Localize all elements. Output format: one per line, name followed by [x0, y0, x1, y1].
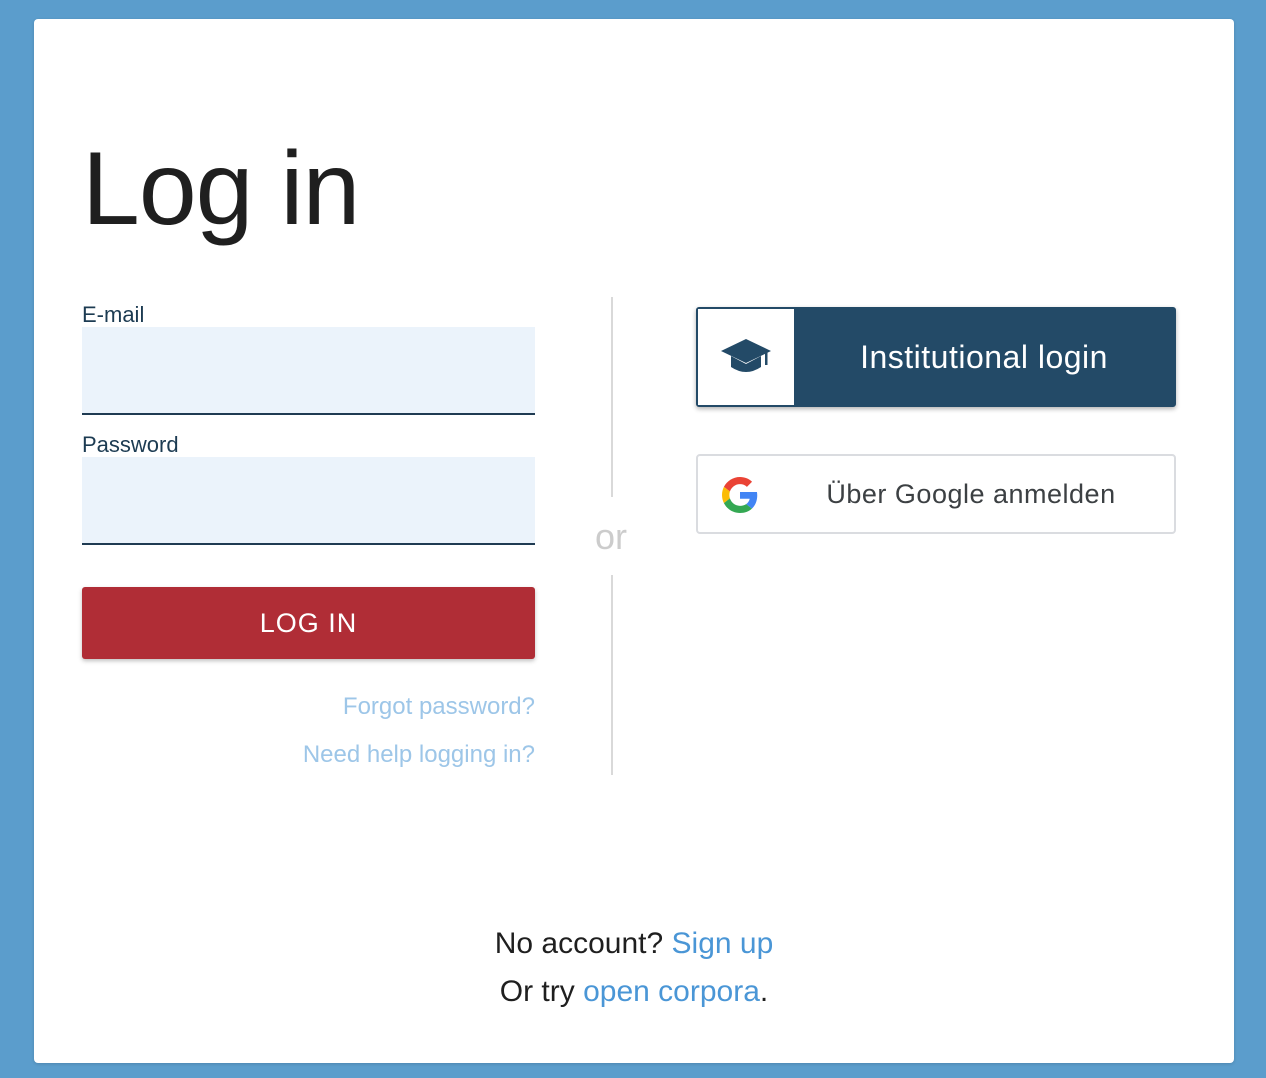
sign-up-link[interactable]: Sign up [672, 927, 774, 960]
login-card: Log in E-mail Password LOG IN Forgot pas… [34, 19, 1234, 1063]
institutional-icon-box [698, 309, 794, 405]
password-field[interactable] [82, 457, 535, 545]
open-corpora-link[interactable]: open corpora [583, 975, 760, 1008]
google-login-button[interactable]: Über Google anmelden [696, 454, 1176, 534]
graduation-cap-icon [721, 339, 771, 372]
or-separator: or [594, 516, 627, 557]
open-corpora-line: Or try open corpora. [34, 977, 1234, 1007]
login-button[interactable]: LOG IN [82, 587, 535, 659]
no-account-text: No account? [494, 927, 664, 960]
institutional-login-label: Institutional login [860, 338, 1108, 375]
need-help-link[interactable]: Need help logging in? [303, 743, 535, 767]
google-login-label: Über Google anmelden [826, 478, 1116, 509]
page-title: Log in [82, 131, 360, 247]
divider-line-top [611, 297, 613, 497]
google-g-icon [722, 477, 758, 513]
signup-line: No account? Sign up [34, 929, 1234, 959]
email-label: E-mail [82, 302, 145, 327]
divider-line-bottom [611, 575, 613, 775]
email-field[interactable] [82, 327, 535, 415]
forgot-password-link[interactable]: Forgot password? [343, 695, 535, 719]
period-text: . [759, 975, 769, 1008]
institutional-login-button[interactable]: Institutional login [696, 307, 1176, 407]
password-label: Password [82, 432, 179, 457]
or-try-text: Or try [499, 975, 575, 1008]
